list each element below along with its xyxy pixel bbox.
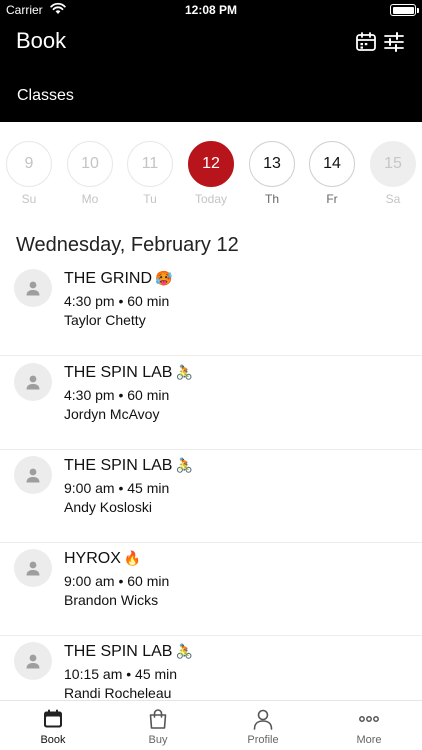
tab-label: Buy bbox=[148, 734, 168, 746]
battery-tip bbox=[417, 8, 419, 13]
person-placeholder-icon bbox=[26, 281, 40, 296]
day-label: Mo bbox=[81, 192, 99, 206]
day-number: 11 bbox=[127, 141, 173, 187]
tab-bar: Book Buy Profile More bbox=[0, 700, 422, 750]
class-time: 9:00 am • 45 min bbox=[64, 480, 170, 496]
class-item[interactable]: THE SPIN LAB 🚴 9:00 am • 45 min Andy Kosl… bbox=[0, 449, 422, 543]
avatar bbox=[14, 549, 52, 587]
instructor-name: Jordyn McAvoy bbox=[64, 406, 160, 422]
day-number: 14 bbox=[309, 141, 355, 187]
class-name: THE GRIND 🥵 bbox=[64, 270, 173, 287]
date-heading: Wednesday, February 12 bbox=[16, 234, 239, 256]
class-item[interactable]: THE GRIND 🥵 4:30 pm • 60 min Taylor Chett… bbox=[0, 262, 422, 356]
tab-buy[interactable]: Buy bbox=[118, 707, 198, 746]
day-label: Th bbox=[264, 192, 279, 206]
emoji-icon: 🥵 bbox=[155, 270, 173, 286]
instructor-name: Taylor Chetty bbox=[64, 312, 146, 328]
day-number: 13 bbox=[249, 141, 295, 187]
filter-sliders-icon[interactable] bbox=[383, 31, 405, 53]
class-name: THE SPIN LAB 🚴 bbox=[64, 457, 193, 474]
avatar bbox=[14, 363, 52, 401]
avatar bbox=[14, 269, 52, 307]
avatar bbox=[14, 456, 52, 494]
instructor-name: Randi Rocheleau bbox=[64, 685, 172, 700]
instructor-name: Andy Kosloski bbox=[64, 499, 152, 515]
day-number: 15 bbox=[370, 141, 416, 187]
day-th[interactable]: 13 Th bbox=[248, 141, 296, 206]
day-number: 10 bbox=[67, 141, 113, 187]
day-tu: 11 Tu bbox=[126, 141, 174, 206]
class-name: THE SPIN LAB 🚴 bbox=[64, 643, 193, 660]
tab-label: Book bbox=[40, 734, 66, 746]
clock: 12:08 PM bbox=[184, 3, 238, 17]
instructor-name: Brandon Wicks bbox=[64, 592, 159, 608]
header: Carrier 12:08 PM Book Classes bbox=[0, 0, 422, 122]
tab-more[interactable]: More bbox=[329, 707, 409, 746]
day-label: Tu bbox=[143, 192, 157, 206]
avatar bbox=[14, 642, 52, 680]
class-time: 9:00 am • 60 min bbox=[64, 573, 170, 589]
day-number: 9 bbox=[6, 141, 52, 187]
class-name: THE SPIN LAB 🚴 bbox=[64, 364, 193, 381]
person-placeholder-icon bbox=[26, 654, 40, 669]
person-icon bbox=[253, 709, 273, 730]
day-fr[interactable]: 14 Fr bbox=[308, 141, 356, 206]
class-time: 10:15 am • 45 min bbox=[64, 666, 178, 682]
calendar-icon[interactable] bbox=[355, 31, 377, 53]
battery-icon bbox=[390, 4, 416, 16]
calendar-icon bbox=[44, 709, 62, 728]
emoji-icon: 🚴 bbox=[175, 457, 193, 473]
class-item[interactable]: THE SPIN LAB 🚴 4:30 pm • 60 min Jordyn Mc… bbox=[0, 356, 422, 450]
tab-label: More bbox=[356, 734, 382, 746]
page-title: Book bbox=[16, 28, 67, 53]
emoji-icon: 🚴 bbox=[175, 643, 193, 659]
class-time: 4:30 pm • 60 min bbox=[64, 293, 170, 309]
day-su: 9 Su bbox=[5, 141, 53, 206]
day-label: Su bbox=[21, 192, 37, 206]
tab-label: Profile bbox=[247, 734, 279, 746]
ellipsis-icon bbox=[359, 716, 379, 722]
day-sa: 15 Sa bbox=[369, 141, 417, 206]
day-label: Sa bbox=[385, 192, 401, 206]
section-label: Classes bbox=[17, 87, 74, 104]
day-label: Fr bbox=[326, 192, 338, 206]
class-item[interactable]: HYROX 🔥 9:00 am • 60 min Brandon Wicks bbox=[0, 542, 422, 636]
emoji-icon: 🔥 bbox=[123, 550, 142, 566]
person-placeholder-icon bbox=[26, 375, 40, 390]
person-placeholder-icon bbox=[26, 468, 40, 483]
day-selector: 9 Su 10 Mo 11 Tu 12 Today 13 Th 14 Fr 15… bbox=[0, 122, 422, 212]
person-placeholder-icon bbox=[26, 561, 40, 576]
class-name: HYROX 🔥 bbox=[64, 550, 142, 567]
day-label: Today bbox=[194, 192, 228, 206]
day-mo: 10 Mo bbox=[66, 141, 114, 206]
tab-book[interactable]: Book bbox=[13, 707, 93, 746]
tab-profile[interactable]: Profile bbox=[223, 707, 303, 746]
day-number: 12 bbox=[188, 141, 234, 187]
emoji-icon: 🚴 bbox=[175, 364, 193, 380]
status-bar: Carrier 12:08 PM bbox=[0, 0, 422, 20]
class-time: 4:30 pm • 60 min bbox=[64, 387, 170, 403]
class-list: THE GRIND 🥵 4:30 pm • 60 min Taylor Chett… bbox=[0, 262, 422, 700]
day-today[interactable]: 12 Today bbox=[187, 141, 235, 206]
class-item[interactable]: THE SPIN LAB 🚴 10:15 am • 45 min Randi Ro… bbox=[0, 635, 422, 700]
bag-icon bbox=[149, 709, 167, 729]
